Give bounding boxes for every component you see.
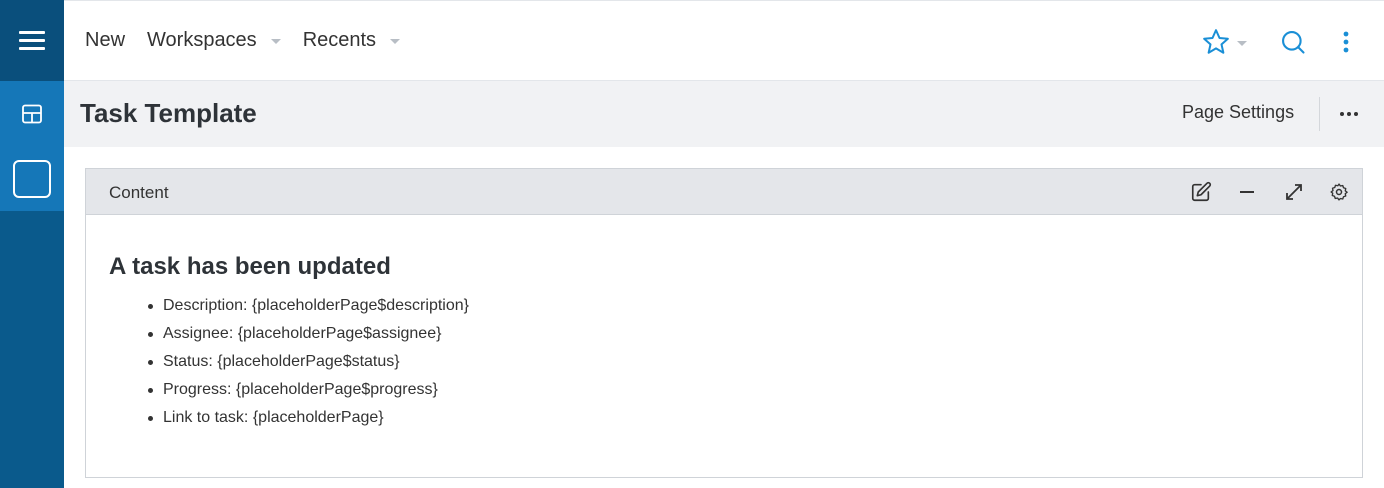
list-item: Status: {placeholderPage$status} <box>148 351 469 379</box>
favorite-button[interactable] <box>1201 25 1247 59</box>
content-list: Description: {placeholderPage$descriptio… <box>148 295 469 435</box>
top-bar: New Workspaces Recents <box>64 0 1384 81</box>
page-title: Task Template <box>80 98 257 128</box>
top-nav: New Workspaces Recents <box>85 29 422 52</box>
new-label: New <box>85 29 126 51</box>
panel-header: Content <box>86 169 1362 215</box>
list-item: Progress: {placeholderPage$progress} <box>148 379 469 407</box>
hamburger-menu-icon[interactable] <box>0 0 64 81</box>
edit-icon[interactable] <box>1190 181 1212 203</box>
gear-icon[interactable] <box>1328 181 1350 203</box>
new-button[interactable]: New <box>85 29 125 52</box>
search-button[interactable] <box>1279 25 1307 59</box>
chevron-down-icon <box>1237 40 1247 46</box>
page-settings-button[interactable]: Page Settings <box>1182 102 1294 123</box>
content-heading: A task has been updated <box>109 253 391 280</box>
content-panel: Content A task has been updated Descript… <box>85 168 1363 478</box>
workspaces-label: Workspaces <box>147 29 257 51</box>
list-item: Link to task: {placeholderPage} <box>148 407 469 435</box>
page-icon[interactable] <box>0 158 64 200</box>
title-bar: Task Template Page Settings <box>64 81 1384 147</box>
list-item: Assignee: {placeholderPage$assignee} <box>148 323 469 351</box>
chevron-down-icon <box>390 39 401 44</box>
expand-icon[interactable] <box>1283 181 1305 203</box>
minimize-icon[interactable] <box>1236 181 1258 203</box>
panel-title: Content <box>109 183 169 202</box>
list-item: Description: {placeholderPage$descriptio… <box>148 295 469 323</box>
chevron-down-icon <box>270 39 281 44</box>
layout-icon[interactable] <box>0 96 64 132</box>
workspaces-menu[interactable]: Workspaces <box>147 29 281 52</box>
divider <box>1319 97 1320 131</box>
star-icon <box>1203 29 1229 54</box>
more-vertical-icon[interactable] <box>1336 25 1356 59</box>
search-icon <box>1282 31 1305 54</box>
more-horizontal-icon[interactable] <box>1332 101 1366 127</box>
recents-label: Recents <box>302 29 377 51</box>
recents-menu[interactable]: Recents <box>302 29 401 52</box>
